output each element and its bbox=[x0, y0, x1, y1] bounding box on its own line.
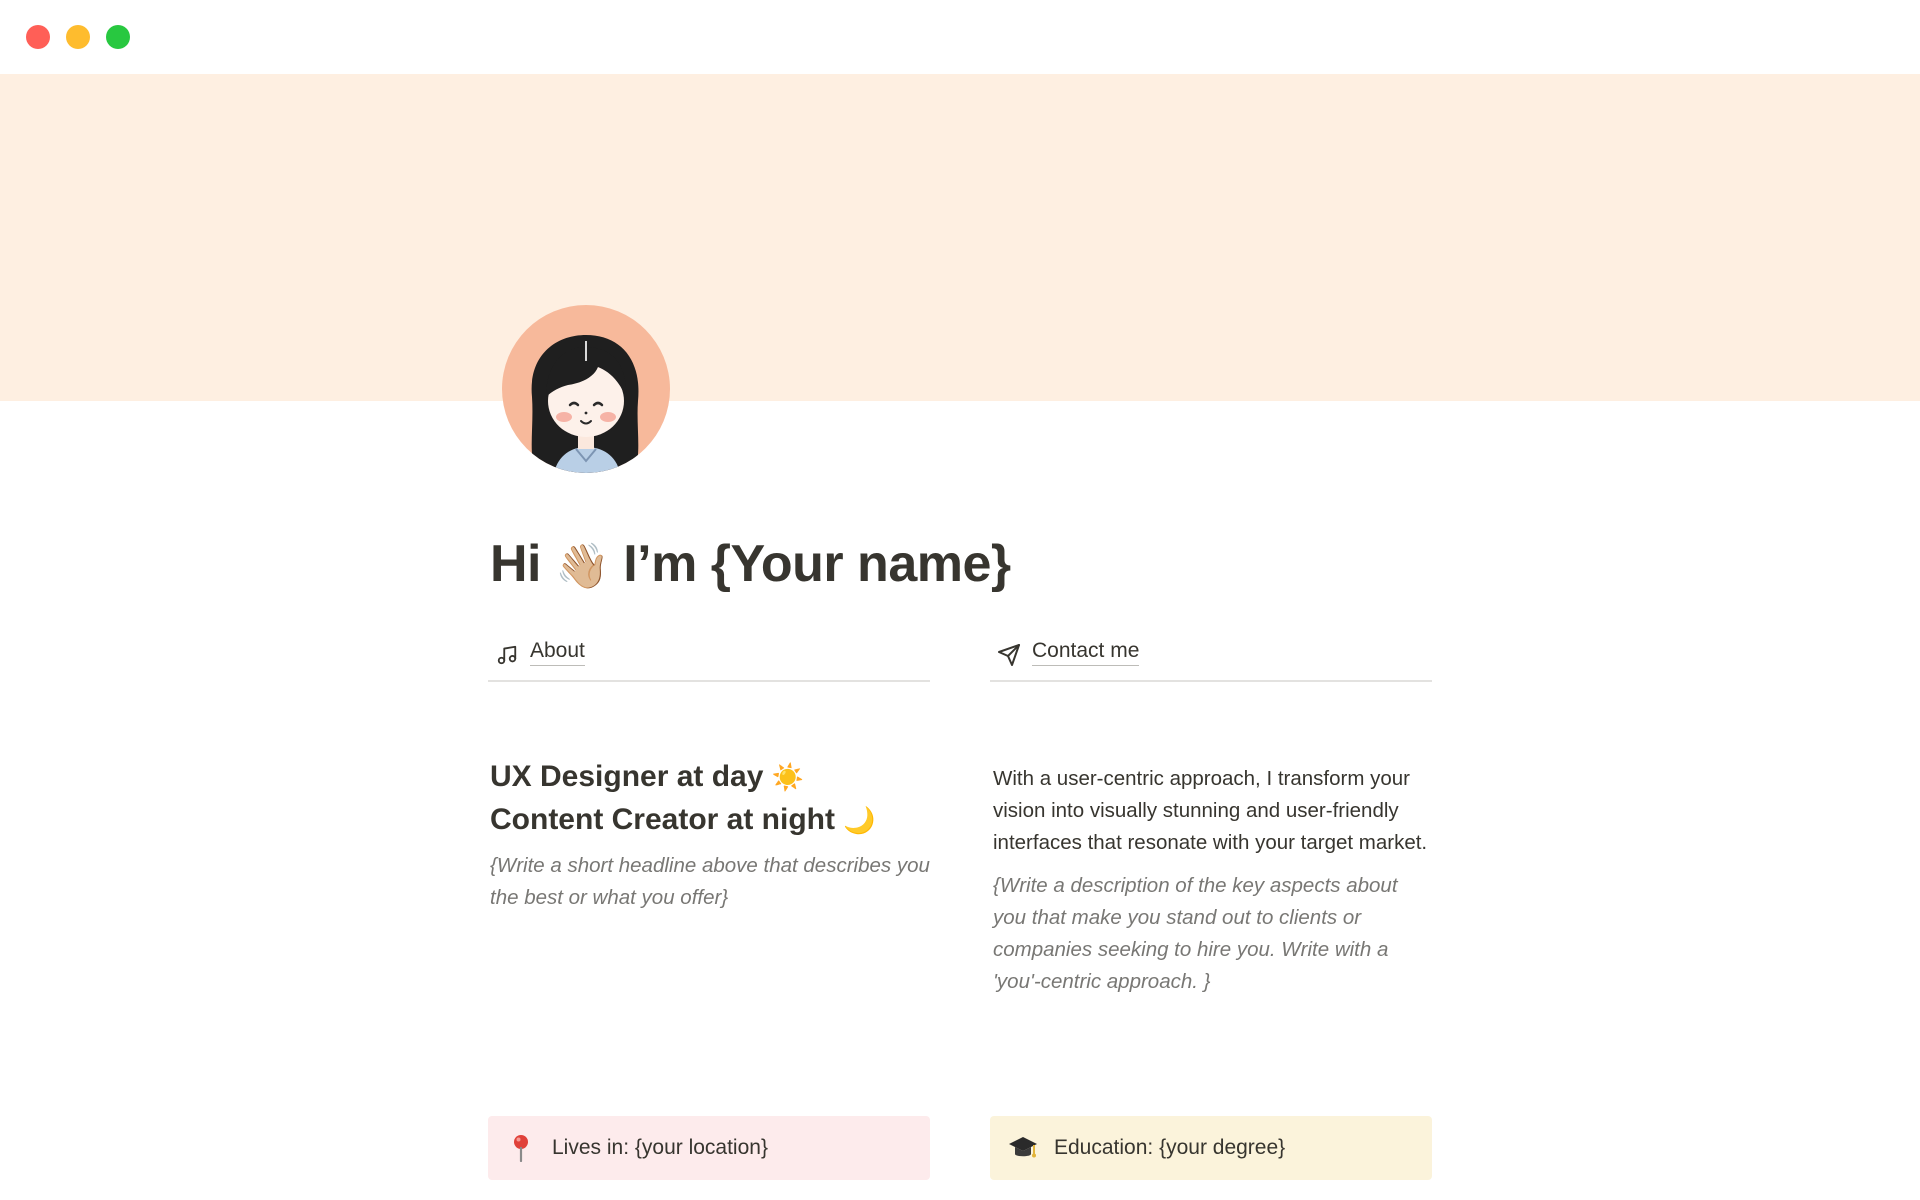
tab-about[interactable]: About bbox=[488, 630, 930, 682]
callout-education[interactable]: Education: {your degree} bbox=[990, 1116, 1432, 1180]
music-note-icon bbox=[494, 642, 520, 668]
tab-contact-me-label[interactable]: Contact me bbox=[1032, 638, 1140, 666]
page-title-name: I’m {Your name} bbox=[623, 535, 1011, 593]
tab-about-label[interactable]: About bbox=[530, 638, 585, 666]
waving-hand-icon: 👋🏼 bbox=[554, 541, 610, 592]
headline-line-2: Content Creator at night bbox=[490, 803, 835, 836]
callout-location[interactable]: Lives in: {your location} bbox=[488, 1116, 930, 1180]
round-pushpin-icon[interactable] bbox=[506, 1133, 536, 1163]
window-titlebar bbox=[0, 0, 1920, 74]
callout-location-text[interactable]: Lives in: {your location} bbox=[552, 1136, 768, 1160]
avatar-girl-icon bbox=[502, 305, 670, 473]
paper-plane-icon bbox=[996, 642, 1022, 668]
graduation-cap-icon[interactable] bbox=[1008, 1133, 1038, 1163]
callout-education-text[interactable]: Education: {your degree} bbox=[1054, 1136, 1285, 1160]
headline-line-1: UX Designer at day bbox=[490, 760, 764, 793]
description-hint[interactable]: {Write a description of the key aspects … bbox=[993, 870, 1433, 998]
about-column: UX Designer at day ☀️ Content Creator at… bbox=[490, 756, 930, 914]
description-column: With a user-centric approach, I transfor… bbox=[993, 763, 1433, 998]
page-title-prefix: Hi bbox=[490, 535, 542, 593]
page-title[interactable]: Hi 👋🏼 I’m {Your name} bbox=[490, 532, 1011, 599]
crescent-moon-icon: 🌙 bbox=[843, 806, 876, 836]
page-icon-avatar[interactable] bbox=[502, 305, 670, 473]
window-minimize-button[interactable] bbox=[66, 25, 90, 49]
window-close-button[interactable] bbox=[26, 25, 50, 49]
sun-icon: ☀️ bbox=[771, 763, 805, 793]
headline[interactable]: UX Designer at day ☀️ Content Creator at… bbox=[490, 756, 930, 842]
window-maximize-button[interactable] bbox=[106, 25, 130, 49]
description-text[interactable]: With a user-centric approach, I transfor… bbox=[993, 763, 1433, 859]
page-cover[interactable] bbox=[0, 74, 1920, 401]
headline-hint[interactable]: {Write a short headline above that descr… bbox=[490, 850, 930, 914]
tab-contact-me[interactable]: Contact me bbox=[990, 630, 1432, 682]
